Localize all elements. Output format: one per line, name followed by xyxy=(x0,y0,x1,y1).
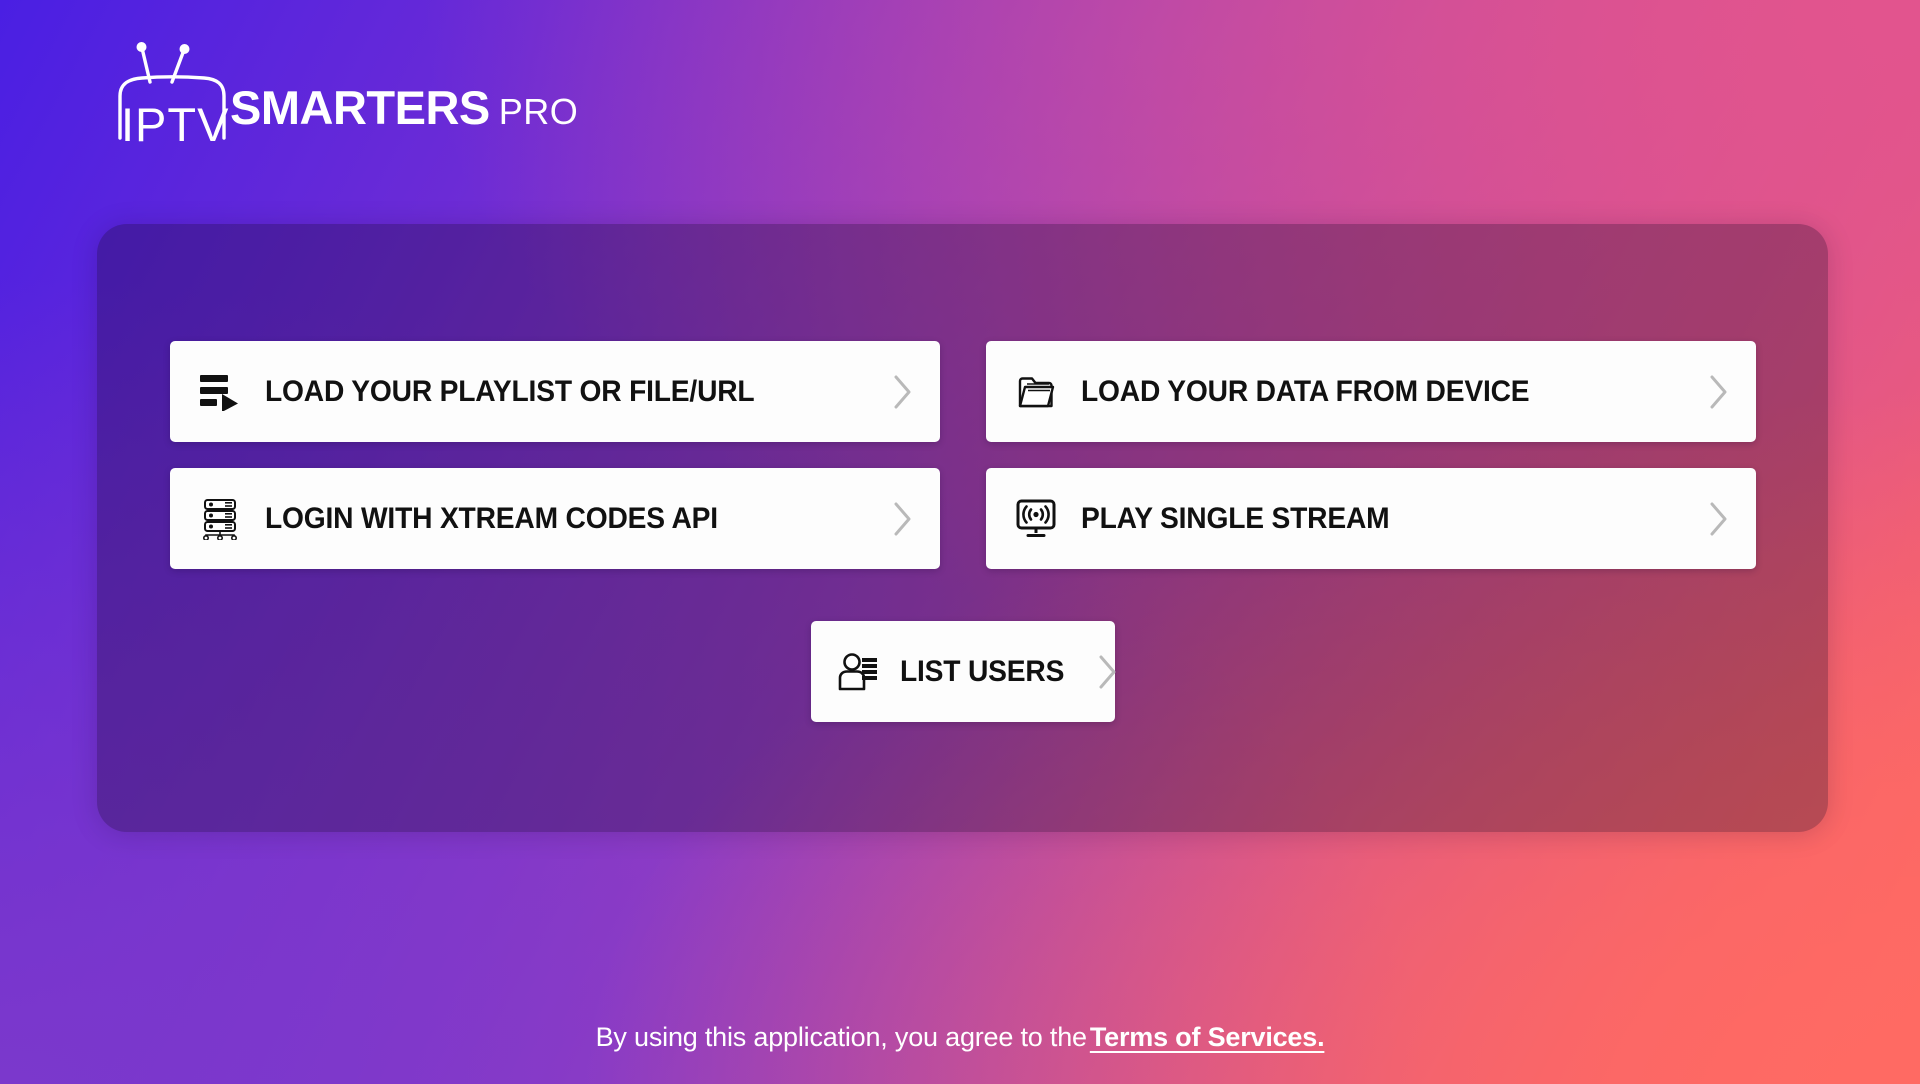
monitor-cast-icon xyxy=(1013,496,1059,542)
logo-wordmark: SMARTERS PRO xyxy=(230,84,578,131)
menu-tile-label: LIST USERS xyxy=(900,654,1065,688)
chevron-right-icon xyxy=(1097,653,1119,691)
playlist-play-icon xyxy=(197,369,243,415)
terms-footer-text: By using this application, you agree to … xyxy=(595,1022,1087,1052)
tv-outline-icon: IPTV xyxy=(112,38,242,151)
chevron-right-icon xyxy=(1708,500,1730,538)
app-logo: IPTV SMARTERS PRO xyxy=(112,38,578,151)
server-rack-icon xyxy=(197,496,243,542)
menu-grid: LOAD YOUR PLAYLIST OR FILE/URL LOAD YOUR… xyxy=(170,341,1756,722)
chevron-right-icon xyxy=(892,500,914,538)
logo-pro-text: PRO xyxy=(498,91,579,132)
menu-tile-xtream-login[interactable]: LOGIN WITH XTREAM CODES API xyxy=(170,468,940,569)
menu-tile-list-users[interactable]: LIST USERS xyxy=(811,621,1116,722)
menu-tile-label: PLAY SINGLE STREAM xyxy=(1081,501,1390,535)
chevron-right-icon xyxy=(892,373,914,411)
menu-tile-load-playlist[interactable]: LOAD YOUR PLAYLIST OR FILE/URL xyxy=(170,341,940,442)
menu-tile-single-stream[interactable]: PLAY SINGLE STREAM xyxy=(986,468,1756,569)
app-root: IPTV SMARTERS PRO LOAD YOUR PLAYLIST OR F… xyxy=(0,0,1920,1084)
svg-text:IPTV: IPTV xyxy=(121,98,229,144)
menu-grid-bottom-row: LIST USERS xyxy=(170,621,1756,722)
open-folder-icon xyxy=(1013,369,1059,415)
logo-smarters-text: SMARTERS xyxy=(230,81,490,134)
menu-tile-label: LOGIN WITH XTREAM CODES API xyxy=(265,501,718,535)
terms-of-services-link[interactable]: Terms of Services. xyxy=(1090,1022,1325,1052)
menu-tile-label: LOAD YOUR DATA FROM DEVICE xyxy=(1081,374,1530,408)
menu-tile-label: LOAD YOUR PLAYLIST OR FILE/URL xyxy=(265,374,755,408)
menu-tile-load-device[interactable]: LOAD YOUR DATA FROM DEVICE xyxy=(986,341,1756,442)
menu-panel: LOAD YOUR PLAYLIST OR FILE/URL LOAD YOUR… xyxy=(97,224,1828,832)
chevron-right-icon xyxy=(1708,373,1730,411)
user-list-icon xyxy=(836,649,882,695)
terms-footer: By using this application, you agree to … xyxy=(0,1022,1920,1053)
